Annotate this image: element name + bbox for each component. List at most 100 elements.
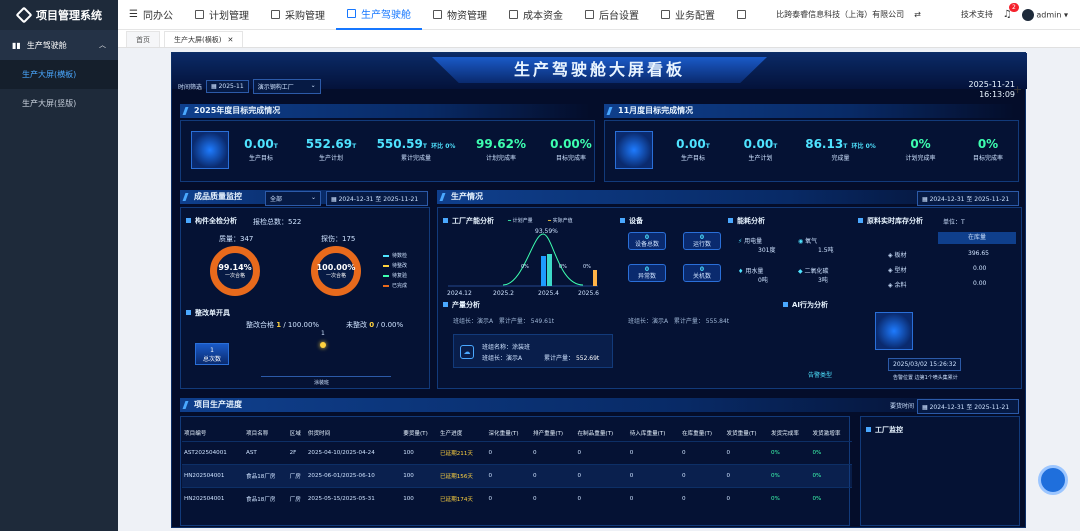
filter-label: 时间筛选	[178, 84, 203, 91]
legend-label: 待复验	[392, 273, 408, 279]
date-value: 2024-12-31 至 2025-11-21	[929, 196, 1010, 203]
table-cell: 100	[401, 486, 438, 510]
output-row: 班组长：演示A 累计产量： 549.61t	[453, 316, 554, 325]
plus-icon[interactable]: +	[1013, 83, 1080, 96]
close-icon[interactable]: ✕	[227, 36, 233, 44]
column-header: 要货量(T)	[403, 430, 428, 437]
bell-icon[interactable]: ♫ 2	[1003, 3, 1019, 20]
nav-item-cockpit[interactable]: 生产驾驶舱	[335, 0, 422, 30]
lightning-icon: ⚡	[738, 238, 743, 245]
kpi-label: 计划完成率	[485, 155, 516, 162]
kpi-unit: T	[352, 143, 357, 150]
quality-date-range[interactable]: ▦ 2024-12-31 至 2025-11-21	[326, 191, 428, 206]
nav-item-more[interactable]	[726, 0, 757, 30]
inventory-name: 板材	[894, 252, 907, 259]
progress-date-range[interactable]: ▦ 2024-12-31 至 2025-11-21	[917, 399, 1019, 414]
list-icon: ☰	[129, 9, 138, 20]
nav-item-purchase[interactable]: 采购管理	[260, 0, 336, 30]
cube-icon	[615, 131, 653, 169]
month-picker[interactable]: ▦ 2025-11	[206, 80, 249, 93]
column-header: 待入库重量(T)	[629, 430, 666, 437]
table-row[interactable]: HN202504001 食品18厂房 厂房 2025-06-01/2025-06-10…	[182, 463, 852, 487]
production-date-range[interactable]: ▦ 2024-12-31 至 2025-11-21	[917, 191, 1019, 206]
page-tabs: 首页 生产大屏(横板) ✕	[118, 30, 1080, 48]
rect-pass-pct: 100.00%	[287, 321, 320, 329]
table-cell: 0%	[768, 440, 811, 464]
ai-alert-type: 告警类型	[808, 372, 833, 379]
table-cell: 0%	[810, 440, 852, 464]
nav-item-plan[interactable]: 计划管理	[184, 0, 260, 30]
table-cell: 食品18厂房	[244, 463, 288, 487]
app-logo: 项目管理系统	[0, 0, 118, 30]
table-row[interactable]: AST202504001 AST 2F 2025-04-10/2025-04-24 10…	[182, 440, 852, 464]
section-ai: AI行为分析	[783, 300, 828, 310]
sidebar-group-label: 生产驾驶舱	[26, 40, 67, 50]
energy-value: 1.5吨	[818, 247, 834, 254]
device-shutdown: 0 关机数	[683, 264, 721, 282]
rect-count: 1	[210, 347, 214, 354]
switch-icon[interactable]: ⇄	[914, 10, 921, 19]
section-inventory: 原料实时库存分析	[858, 216, 923, 226]
device-label: 关机数	[692, 273, 711, 280]
nav-label: 计划管理	[208, 11, 249, 22]
nav-label: 采购管理	[284, 11, 325, 22]
ai-time: 2025/03/02 15:26:32	[888, 358, 962, 371]
inventory-name: 余料	[894, 282, 907, 289]
nav-item-settings[interactable]: 后台设置	[574, 0, 650, 30]
device-running: 0 运行数	[683, 232, 721, 250]
legend-label: 计划产量	[512, 218, 533, 224]
support-link[interactable]: 技术支持	[961, 9, 993, 20]
output-total-label: 累计产量：	[498, 318, 529, 325]
app-root: 项目管理系统 ▮▮ 生产驾驶舱 ︿ 生产大屏(横板) 生产大屏(竖版) ☰ 同办公…	[0, 0, 1080, 531]
kpi-year-done: 550.59T 环比 0% 累计完成量	[371, 137, 461, 162]
table-cell: 厂房	[287, 486, 306, 510]
chart-x-tick: 2025.4	[538, 290, 559, 297]
table-cell: 2025-05-15/2025-05-31	[305, 486, 402, 510]
column-header: 供货时间	[307, 430, 331, 437]
inventory-value: 396.65	[968, 250, 989, 257]
rect-count-label: 总次数	[202, 356, 221, 363]
rect-total-box: 1 总次数	[195, 343, 229, 365]
column-header: 发货完成率	[770, 430, 799, 437]
nav-item-material[interactable]: 物资管理	[422, 0, 498, 30]
section-equipment: 设备	[620, 216, 643, 226]
tab-horizontal-screen[interactable]: 生产大屏(横板) ✕	[164, 31, 244, 47]
factory-select[interactable]: 演示钢构工厂 ⌄	[252, 79, 321, 94]
sidebar-group-cockpit[interactable]: ▮▮ 生产驾驶舱 ︿	[0, 30, 118, 60]
kpi-label: 生产目标	[680, 155, 705, 162]
table-cell: 2F	[287, 440, 306, 464]
ring-pct: 100.00%	[316, 263, 356, 272]
tab-home[interactable]: 首页	[126, 31, 160, 47]
output-row-right: 班组长：演示A 累计产量： 555.84t	[628, 316, 729, 325]
user-menu[interactable]: admin ▾	[1021, 8, 1068, 21]
chat-float-button[interactable]	[1038, 465, 1068, 495]
nav-item-cost[interactable]: 成本资金	[498, 0, 574, 30]
sidebar-item-horizontal[interactable]: 生产大屏(横板)	[0, 60, 118, 89]
kpi-value: 0.00	[244, 137, 274, 151]
quality-select[interactable]: 全部 ⌄	[265, 191, 321, 206]
nav-item-office[interactable]: ☰ 同办公	[118, 0, 184, 30]
kpi-label: 计划完成率	[905, 155, 936, 162]
quality-count: 质量：347	[219, 235, 254, 243]
device-label: 异常数	[637, 273, 656, 280]
year-kpis: 0.00T 生产目标 552.69T 生产计划 550.59T 环比 0% 累计完成量…	[231, 137, 601, 162]
kpi-unit: T	[422, 143, 427, 150]
capacity-chart: 93.59% 0% 0% 0% 2024.12 2025.2 2025.4 20…	[447, 228, 599, 297]
nav-item-business[interactable]: 业务配置	[650, 0, 726, 30]
kpi-value: 0.00	[743, 137, 774, 151]
select-value: 全部	[270, 196, 283, 203]
sidebar-item-vertical[interactable]: 生产大屏(竖版)	[0, 89, 118, 118]
oxygen-icon: ◉	[798, 238, 804, 245]
legend-line: ━	[548, 218, 552, 224]
cube-icon	[191, 131, 229, 169]
kpi-month-target-rate: 0% 目标完成率	[958, 137, 1018, 162]
legend-plan: ━ 计划产量	[508, 217, 533, 224]
welding-count: 探伤：175	[321, 235, 356, 243]
table-row[interactable]: HN202504001 食品18厂房 厂房 2025-05-15/2025-05-31…	[182, 486, 852, 510]
cockpit-screen: 生产驾驶舱大屏看板 时间筛选 ▦ 2025-11 演示钢构工厂 ⌄ 2025-1…	[171, 52, 1027, 528]
time-filter: 时间筛选 ▦ 2025-11 演示钢构工厂 ⌄	[178, 79, 321, 94]
quality-panel: 构件全检分析 报检总数：522 质量：347 探伤：175 99.14% 一次合…	[180, 207, 430, 389]
table-body: AST202504001 AST 2F 2025-04-10/2025-04-24 10…	[182, 440, 852, 510]
rect-pass: 整改合格 1 / 100.00%	[246, 321, 320, 329]
energy-label: 氧气	[805, 238, 818, 245]
